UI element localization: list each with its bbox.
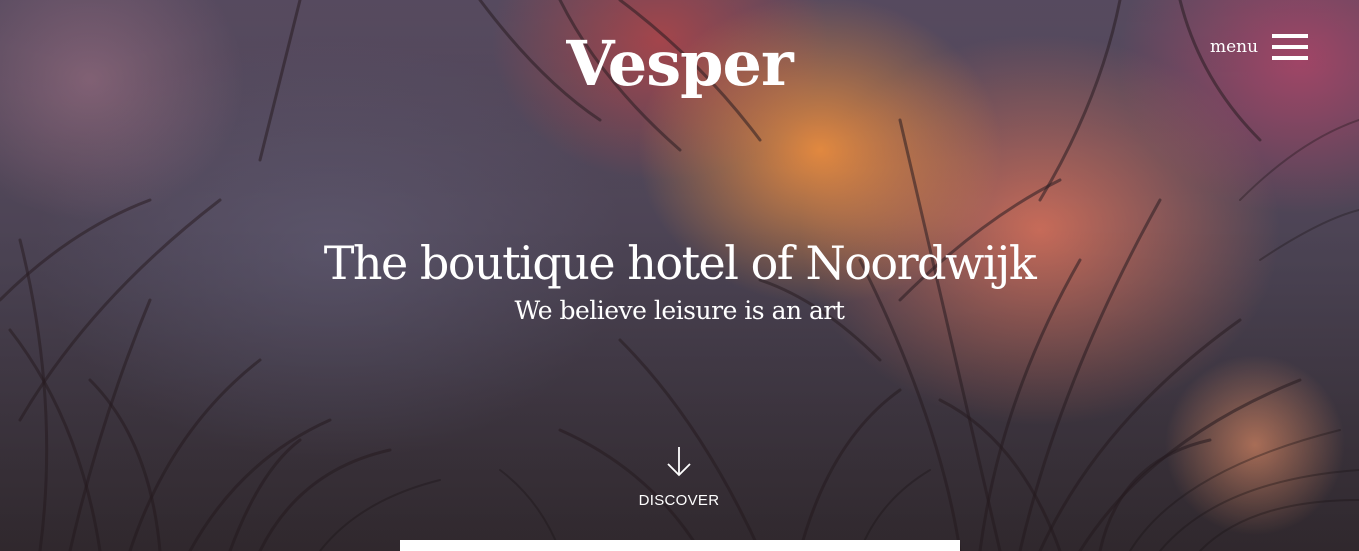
hero-headline: The boutique hotel of Noordwijk: [323, 236, 1037, 290]
site-logo[interactable]: Vesper: [0, 29, 1359, 98]
hero-subheadline: We believe leisure is an art: [514, 296, 845, 325]
discover-button[interactable]: DISCOVER: [629, 446, 729, 509]
discover-label: DISCOVER: [638, 492, 720, 509]
arrow-down-icon: [667, 447, 691, 477]
hero-section: Vesper menu The boutique hotel of Noordw…: [0, 0, 1359, 551]
hamburger-icon: [1272, 34, 1309, 60]
booking-widget[interactable]: [400, 540, 960, 551]
menu-button[interactable]: menu: [1210, 34, 1309, 60]
menu-label: menu: [1210, 37, 1259, 57]
